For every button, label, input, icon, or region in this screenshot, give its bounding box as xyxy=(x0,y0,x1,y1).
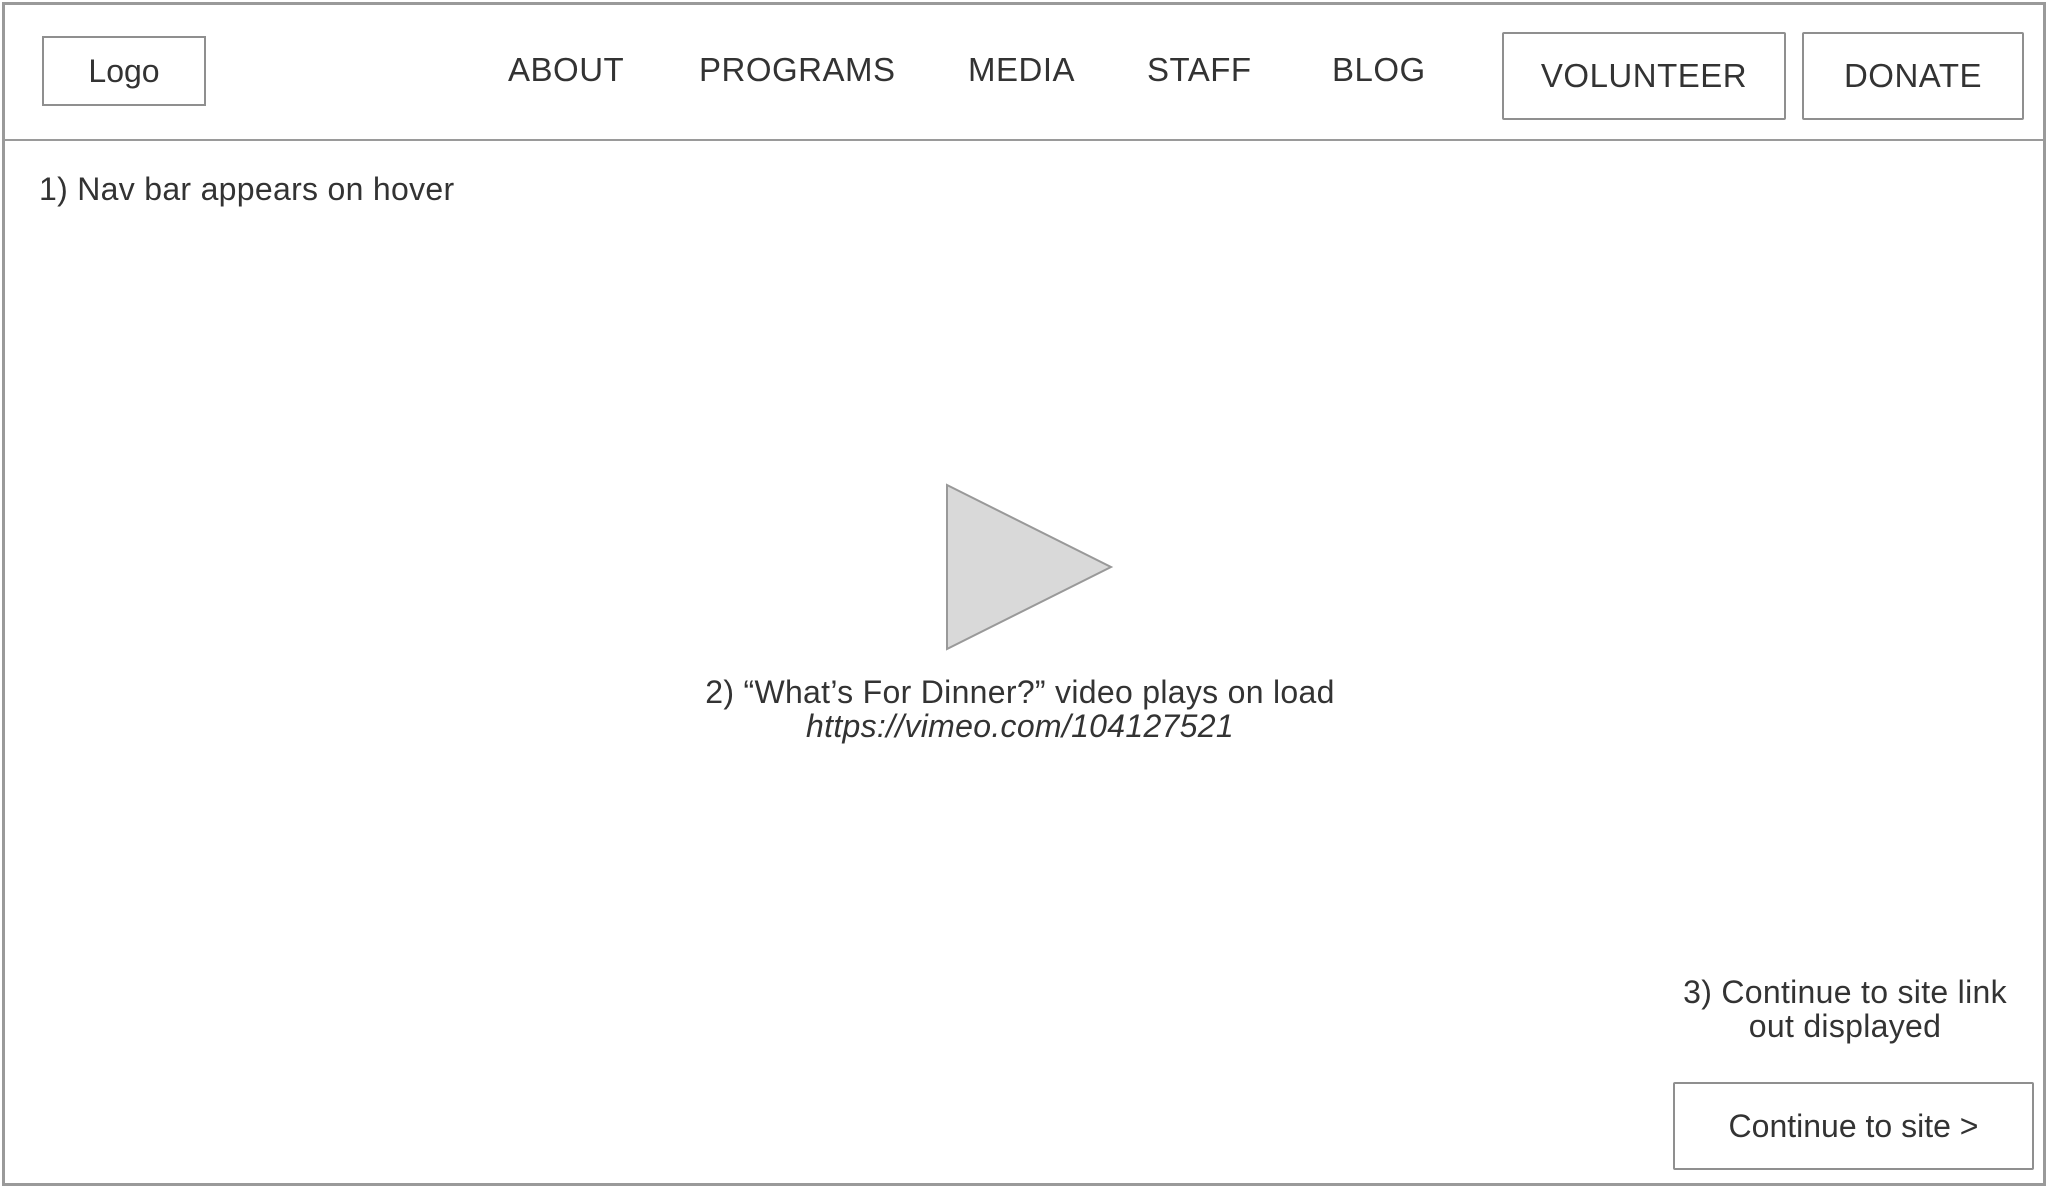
nav-link-about[interactable]: ABOUT xyxy=(508,51,624,89)
volunteer-button[interactable]: VOLUNTEER xyxy=(1502,32,1786,120)
continue-note-line1: 3) Continue to site link xyxy=(1683,974,2007,1010)
video-note: 2) “What’s For Dinner?” video plays on l… xyxy=(705,674,1335,710)
logo[interactable]: Logo xyxy=(42,36,206,106)
nav-hover-note: 1) Nav bar appears on hover xyxy=(39,171,455,207)
continue-note-line2: out displayed xyxy=(1748,1008,1942,1044)
continue-to-site-button[interactable]: Continue to site > xyxy=(1673,1082,2034,1170)
nav-link-programs[interactable]: PROGRAMS xyxy=(699,51,896,89)
nav-bar: Logo ABOUT PROGRAMS MEDIA STAFF BLOG VOL… xyxy=(5,5,2043,141)
donate-button[interactable]: DONATE xyxy=(1802,32,2024,120)
play-icon[interactable] xyxy=(945,483,1115,651)
video-url: https://vimeo.com/104127521 xyxy=(806,708,1234,744)
video-caption: 2) “What’s For Dinner?” video plays on l… xyxy=(605,675,1435,743)
continue-note: 3) Continue to site link out displayed xyxy=(1655,975,2035,1043)
nav-link-staff[interactable]: STAFF xyxy=(1147,51,1252,89)
wireframe-frame: Logo ABOUT PROGRAMS MEDIA STAFF BLOG VOL… xyxy=(2,2,2046,1186)
nav-link-media[interactable]: MEDIA xyxy=(968,51,1075,89)
nav-link-blog[interactable]: BLOG xyxy=(1332,51,1426,89)
